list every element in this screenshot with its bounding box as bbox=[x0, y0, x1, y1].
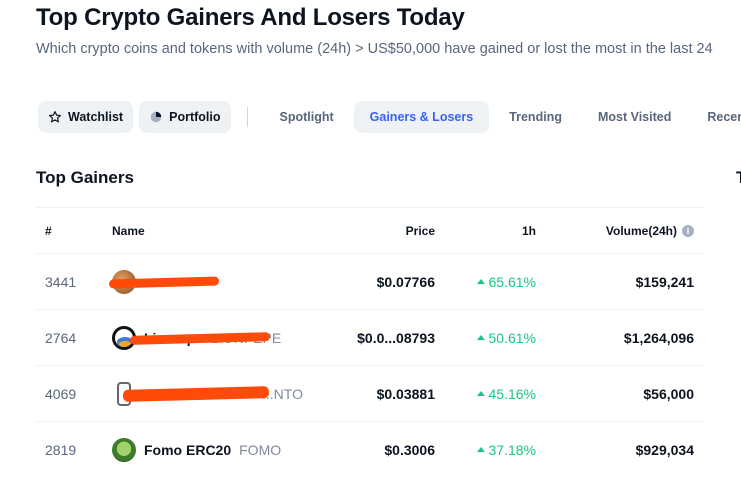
tab-trending[interactable]: Trending bbox=[493, 101, 578, 133]
pie-chart-icon bbox=[150, 111, 162, 123]
coin-rank: 2819 bbox=[45, 441, 77, 458]
table-row[interactable]: 2819 Fomo ERC20 FOMO $0.3006 37.18% $929… bbox=[35, 421, 704, 477]
top-losers-title: T bbox=[736, 168, 741, 188]
coin-price: $0.0...08793 bbox=[357, 329, 435, 346]
page-subtitle: Which crypto coins and tokens with volum… bbox=[36, 41, 713, 57]
caret-up-icon bbox=[476, 279, 485, 284]
column-volume-label: Volume(24h) bbox=[605, 223, 677, 238]
tab-spotlight[interactable]: Spotlight bbox=[264, 101, 350, 133]
coin-change-1h: 50.61% bbox=[476, 310, 536, 365]
coin-price: $0.07766 bbox=[376, 273, 435, 290]
coin-volume: $56,000 bbox=[643, 385, 694, 402]
table-row[interactable]: 4069 ...NTO $0.03881 45.16% $56,000 bbox=[35, 365, 704, 421]
star-icon bbox=[48, 111, 62, 123]
coin-rank: 3441 bbox=[45, 273, 77, 290]
info-icon[interactable]: i bbox=[682, 224, 694, 237]
coin-price: $0.03881 bbox=[376, 385, 435, 402]
coin-name: Fomo ERC20 bbox=[144, 441, 232, 458]
coin-volume: $929,034 bbox=[635, 441, 694, 458]
nav-divider bbox=[246, 107, 248, 127]
coin-price: $0.3006 bbox=[384, 441, 435, 458]
coin-symbol: FOMO bbox=[239, 441, 282, 458]
caret-up-icon bbox=[476, 391, 485, 396]
coin-volume: $159,241 bbox=[635, 273, 694, 290]
coin-change-1h: 45.16% bbox=[476, 366, 536, 421]
caret-up-icon bbox=[476, 335, 485, 340]
table-header: # Name Price 1h Volume(24h) i bbox=[35, 207, 704, 253]
column-name[interactable]: Name bbox=[112, 208, 145, 253]
portfolio-label: Portfolio bbox=[169, 110, 221, 124]
table-row[interactable]: 3441 $0.07766 65.61% $159,241 bbox=[35, 253, 704, 309]
top-gainers-table: # Name Price 1h Volume(24h) i 3441 $0.07… bbox=[35, 207, 704, 477]
coin-rank: 2764 bbox=[45, 329, 77, 346]
coin-change-1h: 65.61% bbox=[476, 254, 536, 309]
coin-rank: 4069 bbox=[45, 385, 77, 402]
tab-most-visited[interactable]: Most Visited bbox=[582, 101, 687, 133]
column-1h[interactable]: 1h bbox=[522, 208, 536, 253]
category-nav: Watchlist Portfolio Spotlight Gainers & … bbox=[38, 101, 741, 133]
tab-gainers-losers[interactable]: Gainers & Losers bbox=[353, 101, 490, 133]
coin-change-1h: 37.18% bbox=[476, 422, 536, 477]
coin-name-cell[interactable]: Fomo ERC20 FOMO bbox=[112, 422, 281, 477]
column-rank[interactable]: # bbox=[45, 208, 52, 253]
redaction-mark bbox=[108, 276, 220, 289]
page-title: Top Crypto Gainers And Losers Today bbox=[36, 4, 465, 31]
coin-volume: $1,264,096 bbox=[623, 329, 694, 346]
caret-up-icon bbox=[476, 447, 485, 452]
watchlist-label: Watchlist bbox=[68, 110, 124, 124]
table-row[interactable]: 2764 Lionrepe LIONPEPE $0.0...08793 50.6… bbox=[35, 309, 704, 365]
column-price[interactable]: Price bbox=[406, 208, 435, 253]
tab-recently-added[interactable]: Recently A bbox=[691, 101, 741, 133]
coin-logo bbox=[112, 437, 136, 462]
portfolio-button[interactable]: Portfolio bbox=[139, 101, 231, 133]
top-gainers-title: Top Gainers bbox=[36, 168, 134, 187]
column-volume[interactable]: Volume(24h) i bbox=[606, 208, 694, 253]
watchlist-button[interactable]: Watchlist bbox=[38, 101, 134, 133]
